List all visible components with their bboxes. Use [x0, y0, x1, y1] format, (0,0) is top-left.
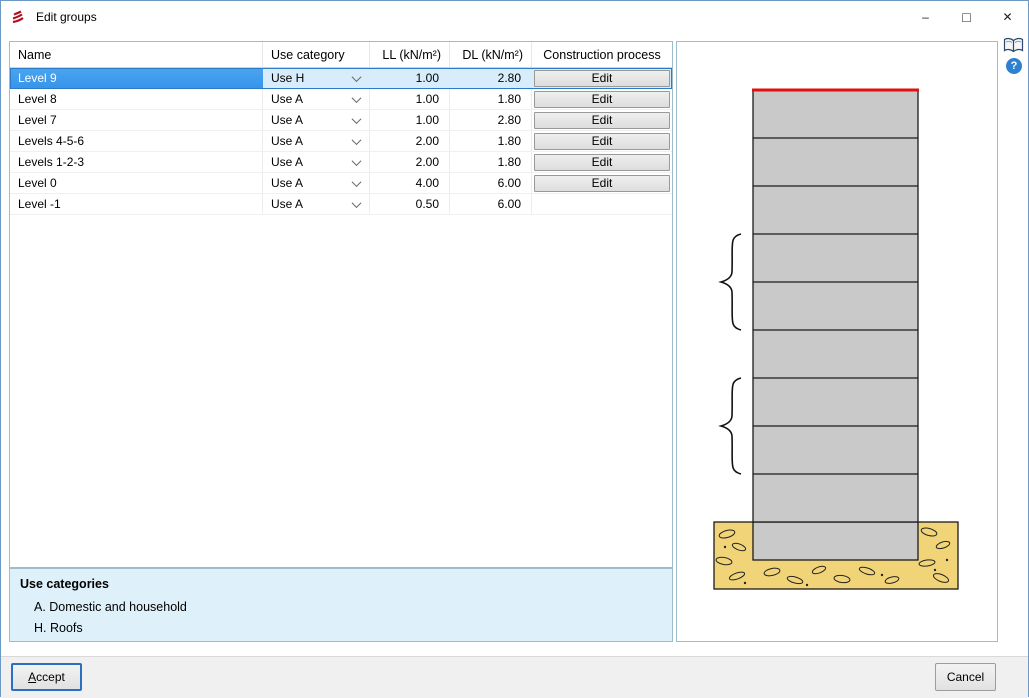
use-category-value: Use A	[271, 176, 304, 190]
row-name-cell[interactable]: Level -1	[10, 194, 263, 214]
row-name-cell[interactable]: Level 7	[10, 110, 263, 130]
edit-button[interactable]: Edit	[534, 132, 670, 150]
chevron-down-icon[interactable]	[351, 155, 362, 166]
chevron-down-icon[interactable]	[351, 176, 362, 187]
ll-cell[interactable]: 2.00	[370, 131, 450, 151]
title-bar: Edit groups – □ ✕	[1, 1, 1028, 33]
dl-cell[interactable]: 1.80	[450, 89, 532, 109]
use-category-item: A. Domestic and household	[34, 600, 187, 614]
construction-cell: Edit	[532, 89, 672, 109]
accept-label-mnemonic: A	[28, 670, 37, 684]
table-row[interactable]: Level 7 Use A 1.00 2.80 Edit	[10, 110, 672, 131]
construction-cell: Edit	[532, 152, 672, 172]
use-category-dropdown[interactable]: Use H	[263, 68, 370, 88]
cancel-button[interactable]: Cancel	[935, 663, 996, 691]
edit-button[interactable]: Edit	[534, 69, 670, 87]
dl-cell[interactable]: 2.80	[450, 68, 532, 88]
use-category-value: Use A	[271, 134, 304, 148]
column-header-construction: Construction process	[543, 47, 661, 62]
use-category-dropdown[interactable]: Use A	[263, 89, 370, 109]
dl-cell[interactable]: 6.00	[450, 173, 532, 193]
edit-button[interactable]: Edit	[534, 153, 670, 171]
edit-button[interactable]: Edit	[534, 174, 670, 192]
row-name-cell[interactable]: Level 8	[10, 89, 263, 109]
table-row[interactable]: Levels 1-2-3 Use A 2.00 1.80 Edit	[10, 152, 672, 173]
chevron-down-icon[interactable]	[351, 92, 362, 103]
row-name-cell[interactable]: Levels 4-5-6	[10, 131, 263, 151]
maximize-button[interactable]: □	[946, 1, 987, 33]
table-row[interactable]: Level -1 Use A 0.50 6.00	[10, 194, 672, 215]
dl-cell[interactable]: 1.80	[450, 131, 532, 151]
dl-cell[interactable]: 2.80	[450, 110, 532, 130]
use-category-dropdown[interactable]: Use A	[263, 110, 370, 130]
use-category-item: H. Roofs	[34, 621, 83, 635]
use-category-value: Use A	[271, 155, 304, 169]
chevron-down-icon[interactable]	[351, 197, 362, 208]
window-title: Edit groups	[36, 10, 97, 24]
chevron-down-icon[interactable]	[351, 134, 362, 145]
use-category-value: Use A	[271, 113, 304, 127]
basement-slab	[752, 521, 919, 561]
edit-button[interactable]: Edit	[534, 90, 670, 108]
chevron-down-icon[interactable]	[351, 71, 362, 82]
maximize-icon: □	[962, 9, 971, 25]
groups-table: Name Use category LL (kN/m²) DL (kN/m²) …	[9, 41, 673, 568]
building-elevation-preview	[676, 41, 998, 642]
dl-cell[interactable]: 6.00	[450, 194, 532, 214]
minimize-icon: –	[922, 10, 929, 24]
construction-cell	[532, 194, 672, 214]
table-row[interactable]: Level 9 Use H 1.00 2.80 Edit	[10, 68, 672, 89]
building-body	[752, 89, 919, 523]
column-header-dl: DL (kN/m²)	[450, 42, 532, 67]
ll-cell[interactable]: 1.00	[370, 89, 450, 109]
minimize-button[interactable]: –	[905, 1, 946, 33]
row-name-cell[interactable]: Levels 1-2-3	[10, 152, 263, 172]
construction-cell: Edit	[532, 68, 672, 88]
column-header-name: Name	[10, 42, 263, 67]
dl-cell[interactable]: 1.80	[450, 152, 532, 172]
app-icon	[12, 10, 24, 23]
info-panel-title: Use categories	[20, 577, 109, 591]
accept-button[interactable]: Accept	[11, 663, 82, 691]
construction-cell: Edit	[532, 173, 672, 193]
group-brace	[718, 377, 742, 475]
help-icon[interactable]: ?	[1006, 58, 1022, 74]
use-categories-info-panel: Use categories A. Domestic and household…	[9, 568, 673, 642]
ll-cell[interactable]: 0.50	[370, 194, 450, 214]
edit-button[interactable]: Edit	[534, 111, 670, 129]
use-category-value: Use A	[271, 197, 304, 211]
ll-cell[interactable]: 2.00	[370, 152, 450, 172]
use-category-dropdown[interactable]: Use A	[263, 173, 370, 193]
accept-label-rest: ccept	[36, 670, 65, 684]
ll-cell[interactable]: 1.00	[370, 110, 450, 130]
group-brace	[718, 233, 742, 331]
ll-cell[interactable]: 1.00	[370, 68, 450, 88]
use-category-dropdown[interactable]: Use A	[263, 131, 370, 151]
building-drawing	[713, 88, 959, 590]
close-icon: ✕	[1002, 10, 1013, 24]
construction-cell: Edit	[532, 131, 672, 151]
use-category-dropdown[interactable]: Use A	[263, 194, 370, 214]
table-header-row: Name Use category LL (kN/m²) DL (kN/m²) …	[10, 42, 672, 68]
close-button[interactable]: ✕	[987, 1, 1028, 33]
row-name-cell[interactable]: Level 9	[10, 68, 263, 88]
ll-cell[interactable]: 4.00	[370, 173, 450, 193]
help-glyph: ?	[1010, 60, 1018, 72]
table-row[interactable]: Levels 4-5-6 Use A 2.00 1.80 Edit	[10, 131, 672, 152]
row-name-cell[interactable]: Level 0	[10, 173, 263, 193]
window-controls: – □ ✕	[905, 1, 1028, 33]
chevron-down-icon[interactable]	[351, 113, 362, 124]
footer-bar: Accept Cancel	[1, 656, 1028, 698]
table-row[interactable]: Level 8 Use A 1.00 1.80 Edit	[10, 89, 672, 110]
book-icon[interactable]	[1003, 37, 1024, 54]
construction-cell: Edit	[532, 110, 672, 130]
column-header-use-category: Use category	[263, 42, 370, 67]
table-row[interactable]: Level 0 Use A 4.00 6.00 Edit	[10, 173, 672, 194]
use-category-value: Use A	[271, 92, 304, 106]
use-category-value: Use H	[271, 71, 305, 85]
use-category-dropdown[interactable]: Use A	[263, 152, 370, 172]
column-header-ll: LL (kN/m²)	[370, 42, 450, 67]
